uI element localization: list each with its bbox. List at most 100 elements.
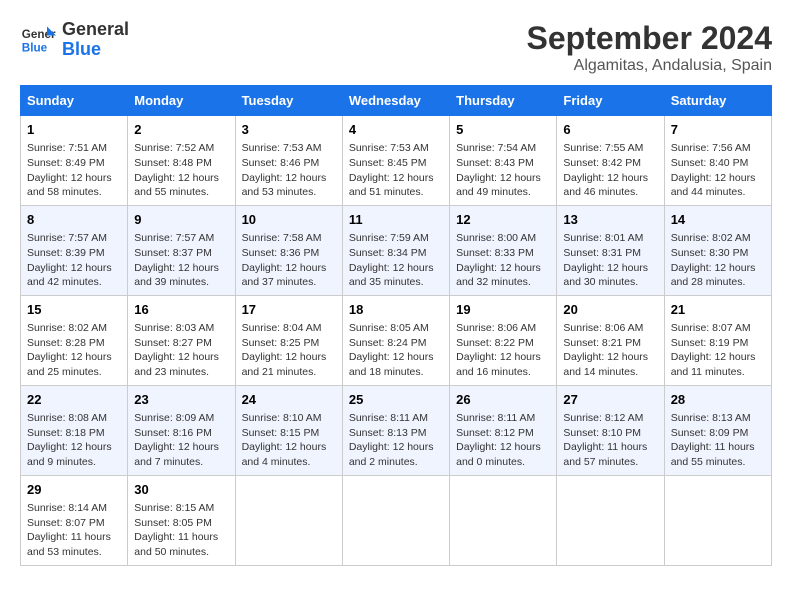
cell-line: Daylight: 12 hours (134, 261, 228, 276)
cell-line: Sunset: 8:15 PM (242, 426, 336, 441)
cell-line: Sunset: 8:18 PM (27, 426, 121, 441)
calendar-cell: 2Sunrise: 7:52 AMSunset: 8:48 PMDaylight… (128, 116, 235, 206)
title-block: September 2024 Algamitas, Andalusia, Spa… (527, 20, 772, 75)
cell-line: and 37 minutes. (242, 275, 336, 290)
cell-line: and 14 minutes. (563, 365, 657, 380)
day-number: 6 (563, 121, 657, 139)
calendar-cell: 10Sunrise: 7:58 AMSunset: 8:36 PMDayligh… (235, 205, 342, 295)
calendar-week-row: 8Sunrise: 7:57 AMSunset: 8:39 PMDaylight… (21, 205, 772, 295)
calendar-cell: 1 Sunrise: 7:51 AMSunset: 8:49 PMDaylight… (21, 116, 128, 206)
cell-line: Sunset: 8:21 PM (563, 336, 657, 351)
calendar-cell: 23Sunrise: 8:09 AMSunset: 8:16 PMDayligh… (128, 385, 235, 475)
cell-line: Daylight: 12 hours (349, 261, 443, 276)
cell-line: Sunrise: 8:15 AM (134, 501, 228, 516)
day-number: 7 (671, 121, 765, 139)
col-header-tuesday: Tuesday (235, 86, 342, 116)
cell-line: and 25 minutes. (27, 365, 121, 380)
cell-line: and 53 minutes. (27, 545, 121, 560)
cell-line: and 7 minutes. (134, 455, 228, 470)
cell-line: Sunrise: 8:06 AM (563, 321, 657, 336)
cell-line: Daylight: 12 hours (242, 440, 336, 455)
cell-line: Daylight: 12 hours (563, 171, 657, 186)
cell-line: Sunrise: 8:00 AM (456, 231, 550, 246)
cell-line: Daylight: 11 hours (134, 530, 228, 545)
calendar-cell (664, 475, 771, 565)
cell-line: and 9 minutes. (27, 455, 121, 470)
cell-line: Daylight: 11 hours (671, 440, 765, 455)
calendar-cell: 19Sunrise: 8:06 AMSunset: 8:22 PMDayligh… (450, 295, 557, 385)
day-number: 8 (27, 211, 121, 229)
cell-line: Daylight: 12 hours (349, 350, 443, 365)
cell-line: Sunrise: 8:07 AM (671, 321, 765, 336)
calendar-table: SundayMondayTuesdayWednesdayThursdayFrid… (20, 85, 772, 566)
day-number: 9 (134, 211, 228, 229)
cell-line: Sunrise: 8:03 AM (134, 321, 228, 336)
calendar-cell: 15Sunrise: 8:02 AMSunset: 8:28 PMDayligh… (21, 295, 128, 385)
day-number: 13 (563, 211, 657, 229)
calendar-cell: 20Sunrise: 8:06 AMSunset: 8:21 PMDayligh… (557, 295, 664, 385)
calendar-cell: 28Sunrise: 8:13 AMSunset: 8:09 PMDayligh… (664, 385, 771, 475)
cell-line: and 55 minutes. (671, 455, 765, 470)
calendar-cell: 24Sunrise: 8:10 AMSunset: 8:15 PMDayligh… (235, 385, 342, 475)
cell-line: Sunset: 8:10 PM (563, 426, 657, 441)
cell-line: Daylight: 12 hours (456, 171, 550, 186)
cell-line: and 46 minutes. (563, 185, 657, 200)
logo-text: General Blue (62, 20, 129, 60)
day-number: 14 (671, 211, 765, 229)
cell-line: and 35 minutes. (349, 275, 443, 290)
day-number: 18 (349, 301, 443, 319)
calendar-cell: 3Sunrise: 7:53 AMSunset: 8:46 PMDaylight… (235, 116, 342, 206)
day-number: 29 (27, 481, 121, 499)
calendar-cell: 5Sunrise: 7:54 AMSunset: 8:43 PMDaylight… (450, 116, 557, 206)
cell-line: Sunrise: 7:52 AM (134, 141, 228, 156)
day-number: 5 (456, 121, 550, 139)
cell-line: and 2 minutes. (349, 455, 443, 470)
calendar-cell: 26Sunrise: 8:11 AMSunset: 8:12 PMDayligh… (450, 385, 557, 475)
calendar-cell (557, 475, 664, 565)
col-header-saturday: Saturday (664, 86, 771, 116)
cell-line: Sunrise: 7:53 AM (242, 141, 336, 156)
cell-line: Sunset: 8:33 PM (456, 246, 550, 261)
cell-line: Sunrise: 8:09 AM (134, 411, 228, 426)
cell-line: Sunset: 8:48 PM (134, 156, 228, 171)
day-number: 24 (242, 391, 336, 409)
cell-line: Daylight: 11 hours (563, 440, 657, 455)
cell-line: Daylight: 12 hours (27, 440, 121, 455)
cell-line: and 28 minutes. (671, 275, 765, 290)
calendar-cell (235, 475, 342, 565)
cell-line: Sunrise: 7:51 AM (27, 141, 121, 156)
day-number: 28 (671, 391, 765, 409)
day-number: 3 (242, 121, 336, 139)
cell-line: Daylight: 12 hours (27, 261, 121, 276)
cell-line: Sunset: 8:07 PM (27, 516, 121, 531)
cell-line: Daylight: 12 hours (134, 171, 228, 186)
cell-line: and 23 minutes. (134, 365, 228, 380)
calendar-cell: 17Sunrise: 8:04 AMSunset: 8:25 PMDayligh… (235, 295, 342, 385)
day-number: 25 (349, 391, 443, 409)
day-number: 4 (349, 121, 443, 139)
cell-line: Sunset: 8:19 PM (671, 336, 765, 351)
cell-line: Daylight: 12 hours (27, 350, 121, 365)
cell-line: Sunset: 8:09 PM (671, 426, 765, 441)
cell-line: Sunrise: 7:55 AM (563, 141, 657, 156)
day-number: 22 (27, 391, 121, 409)
cell-line: Daylight: 12 hours (671, 350, 765, 365)
day-number: 10 (242, 211, 336, 229)
day-number: 12 (456, 211, 550, 229)
cell-line: Sunset: 8:31 PM (563, 246, 657, 261)
cell-line: Daylight: 12 hours (456, 440, 550, 455)
calendar-cell: 25Sunrise: 8:11 AMSunset: 8:13 PMDayligh… (342, 385, 449, 475)
cell-line: Sunset: 8:49 PM (27, 156, 121, 171)
cell-line: Sunset: 8:22 PM (456, 336, 550, 351)
cell-line: Sunrise: 8:11 AM (456, 411, 550, 426)
day-number: 1 (27, 121, 121, 139)
cell-line: Daylight: 12 hours (27, 171, 121, 186)
cell-line: and 16 minutes. (456, 365, 550, 380)
cell-line: Daylight: 12 hours (134, 440, 228, 455)
cell-line: and 18 minutes. (349, 365, 443, 380)
cell-line: Sunset: 8:05 PM (134, 516, 228, 531)
cell-line: Daylight: 12 hours (242, 261, 336, 276)
cell-line: and 50 minutes. (134, 545, 228, 560)
logo-icon: General Blue (20, 22, 56, 58)
day-number: 30 (134, 481, 228, 499)
